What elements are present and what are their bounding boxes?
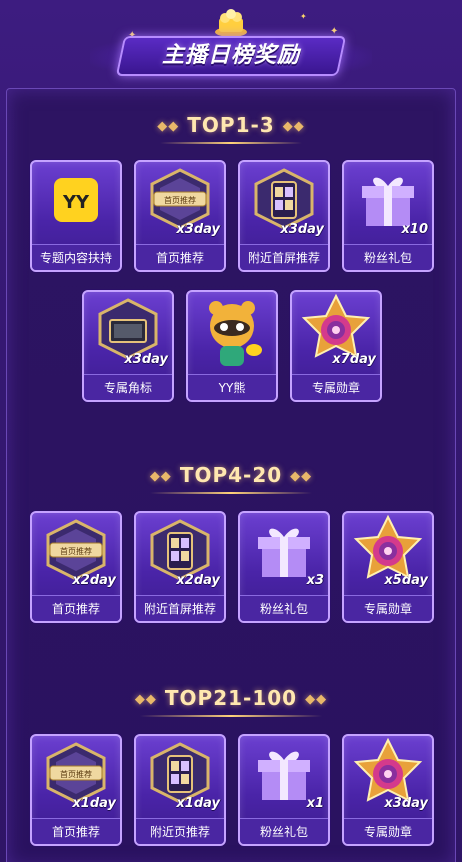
yy-bear-icon — [188, 292, 276, 374]
reward-page: ✦ ✦ ✦ 主播日榜奖励 ◆◆TOP1-3◆◆ YY专题内容扶持首页推荐x3da… — [0, 0, 462, 862]
section-title-top1-3: ◆◆ TOP1-3 ◆◆ — [157, 113, 305, 137]
reward-card: x3day 专属勋章 — [342, 734, 434, 846]
reward-label: YY熊 — [188, 374, 276, 400]
page-title: 主播日榜奖励 — [161, 43, 300, 68]
reward-card: x1day 附近页推荐 — [134, 734, 226, 846]
reward-count: x3day — [176, 222, 220, 237]
reward-card: x3day 专属角标 — [82, 290, 174, 402]
reward-count: x10 — [401, 222, 428, 237]
reward-label: 粉丝礼包 — [240, 818, 328, 844]
svg-text:YY: YY — [62, 192, 90, 213]
reward-card: YY 专题内容扶持 — [30, 160, 122, 272]
reward-label: 首页推荐 — [136, 244, 224, 270]
svg-text:首页推荐: 首页推荐 — [60, 546, 92, 556]
reward-count: x2day — [176, 573, 220, 588]
diamond-deco-icon: ◆◆ — [290, 469, 313, 484]
reward-label: 附近页推荐 — [136, 818, 224, 844]
reward-label: 粉丝礼包 — [344, 244, 432, 270]
reward-label: 首页推荐 — [32, 595, 120, 621]
reward-count: x3 — [306, 573, 324, 588]
diamond-deco-icon: ◆◆ — [305, 692, 328, 707]
reward-card: x2day 附近首屏推荐 — [134, 511, 226, 623]
diamond-deco-icon: ◆◆ — [149, 469, 172, 484]
reward-card: x10 粉丝礼包 — [342, 160, 434, 272]
reward-label: 首页推荐 — [32, 818, 120, 844]
reward-card: 首页推荐 x3day 首页推荐 — [134, 160, 226, 272]
reward-count: x2day — [72, 573, 116, 588]
header: ✦ ✦ ✦ 主播日榜奖励 — [0, 0, 462, 86]
reward-count: x3day — [280, 222, 324, 237]
reward-count: x1day — [72, 796, 116, 811]
section-title-top4-20: ◆◆ TOP4-20 ◆◆ — [149, 463, 313, 487]
reward-card: x7day 专属勋章 — [290, 290, 382, 402]
reward-card: 首页推荐 x2day 首页推荐 — [30, 511, 122, 623]
reward-count: x7day — [332, 352, 376, 367]
reward-label: 附近首屏推荐 — [136, 595, 224, 621]
reward-count: x1day — [176, 796, 220, 811]
reward-card: x1 粉丝礼包 — [238, 734, 330, 846]
reward-label: 专属角标 — [84, 374, 172, 400]
svg-text:首页推荐: 首页推荐 — [60, 769, 92, 779]
reward-card: YY熊 — [186, 290, 278, 402]
section-title-top21-100: ◆◆ TOP21-100 ◆◆ — [134, 686, 328, 710]
sparkle-icon: ✦ — [300, 12, 307, 21]
reward-label: 粉丝礼包 — [240, 595, 328, 621]
diamond-deco-icon: ◆◆ — [157, 119, 180, 134]
reward-label: 专属勋章 — [344, 818, 432, 844]
reward-label: 专题内容扶持 — [32, 244, 120, 270]
reward-count: x3day — [124, 352, 168, 367]
svg-text:首页推荐: 首页推荐 — [164, 195, 196, 205]
diamond-deco-icon: ◆◆ — [134, 692, 157, 707]
reward-card: x3 粉丝礼包 — [238, 511, 330, 623]
treasure-crown-icon — [215, 9, 247, 37]
diamond-deco-icon: ◆◆ — [282, 119, 305, 134]
reward-card: x3day 附近首屏推荐 — [238, 160, 330, 272]
reward-card: 首页推荐 x1day 首页推荐 — [30, 734, 122, 846]
reward-count: x1 — [306, 796, 324, 811]
reward-label: 附近首屏推荐 — [240, 244, 328, 270]
reward-count: x5day — [384, 573, 428, 588]
reward-label: 专属勋章 — [344, 595, 432, 621]
reward-count: x3day — [384, 796, 428, 811]
reward-card: x5day 专属勋章 — [342, 511, 434, 623]
yy-logo-icon: YY — [32, 162, 120, 244]
reward-label: 专属勋章 — [292, 374, 380, 400]
